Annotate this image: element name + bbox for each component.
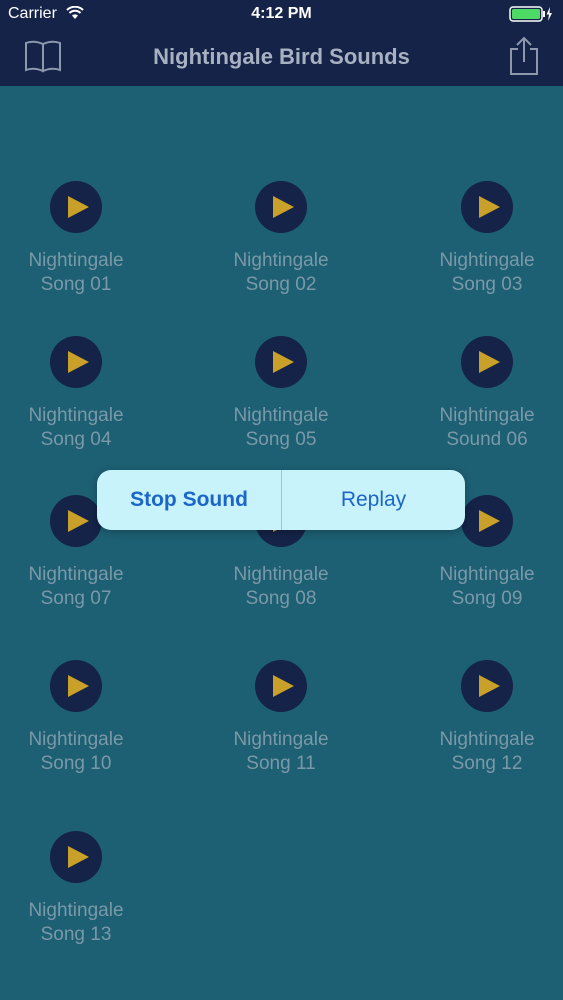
sound-label-line2: Song 01 xyxy=(40,274,112,295)
sound-label-line2: Song 03 xyxy=(451,274,523,295)
sound-label-line2: Song 10 xyxy=(40,753,112,774)
sound-label-line1: Nightingale xyxy=(233,729,329,750)
battery-icon xyxy=(509,6,552,22)
sound-label: Nightingale Song 08 xyxy=(211,563,351,611)
sound-label-line2: Song 13 xyxy=(40,924,112,945)
play-button[interactable] xyxy=(461,495,513,547)
sound-label: Nightingale Song 11 xyxy=(211,728,351,776)
sound-label-line2: Song 11 xyxy=(246,753,316,774)
play-button[interactable] xyxy=(255,181,307,233)
sound-label-line1: Nightingale xyxy=(439,564,535,585)
sound-label-line2: Song 02 xyxy=(245,274,317,295)
play-button[interactable] xyxy=(461,336,513,388)
sound-label-line1: Nightingale xyxy=(439,729,535,750)
sound-label-line1: Nightingale xyxy=(233,250,329,271)
play-button[interactable] xyxy=(461,660,513,712)
sound-item[interactable]: Nightingale Song 11 xyxy=(211,660,351,776)
sound-label-line1: Nightingale xyxy=(233,564,329,585)
share-icon[interactable] xyxy=(509,36,539,76)
sound-label: Nightingale Song 13 xyxy=(6,899,146,947)
sound-label: Nightingale Song 04 xyxy=(6,404,146,452)
play-icon xyxy=(68,351,89,373)
sound-label-line2: Song 05 xyxy=(245,429,317,450)
nav-bar: Nightingale Bird Sounds xyxy=(0,30,563,86)
sound-label: Nightingale Song 02 xyxy=(211,249,351,297)
play-button[interactable] xyxy=(50,336,102,388)
sound-label-line1: Nightingale xyxy=(233,405,329,426)
page-title: Nightingale Bird Sounds xyxy=(153,44,410,69)
status-bar: Carrier 4:12 PM xyxy=(0,0,563,30)
stop-sound-button[interactable]: Stop Sound xyxy=(97,470,281,530)
sound-label: Nightingale Song 10 xyxy=(6,728,146,776)
sound-item[interactable]: Nightingale Song 10 xyxy=(6,660,146,776)
play-icon xyxy=(273,675,294,697)
sound-label-line2: Song 07 xyxy=(40,588,112,609)
sound-label-line1: Nightingale xyxy=(439,250,535,271)
sound-label-line1: Nightingale xyxy=(28,564,124,585)
sound-label: Nightingale Song 09 xyxy=(417,563,557,611)
play-icon xyxy=(68,675,89,697)
play-button[interactable] xyxy=(50,181,102,233)
sound-label-line2: Song 04 xyxy=(40,429,112,450)
play-icon xyxy=(68,510,89,532)
play-icon xyxy=(479,196,500,218)
play-button[interactable] xyxy=(50,660,102,712)
sound-label-line1: Nightingale xyxy=(28,729,124,750)
sound-action-popup: Stop Sound Replay xyxy=(97,470,465,530)
sound-label: Nightingale Song 07 xyxy=(6,563,146,611)
sound-item[interactable]: Nightingale Song 04 xyxy=(6,336,146,452)
sound-label-line2: Song 12 xyxy=(451,753,523,774)
play-icon xyxy=(479,675,500,697)
play-button[interactable] xyxy=(50,495,102,547)
play-button[interactable] xyxy=(255,336,307,388)
sound-grid: Nightingale Song 01 Nightingale Song 02 Nigh… xyxy=(0,86,563,1000)
sound-label-line1: Nightingale xyxy=(28,405,124,426)
status-time: 4:12 PM xyxy=(251,5,312,22)
sound-label: Nightingale Song 05 xyxy=(211,404,351,452)
replay-button[interactable]: Replay xyxy=(282,470,465,530)
sound-label: Nightingale Song 01 xyxy=(6,249,146,297)
play-icon xyxy=(273,351,294,373)
play-button[interactable] xyxy=(50,831,102,883)
play-icon xyxy=(68,846,89,868)
sound-label-line1: Nightingale xyxy=(439,405,535,426)
sound-label-line2: Sound 06 xyxy=(446,429,528,450)
sound-label-line2: Song 09 xyxy=(451,588,523,609)
sound-label: Nightingale Song 12 xyxy=(417,728,557,776)
play-icon xyxy=(479,351,500,373)
sound-item[interactable]: Nightingale Song 13 xyxy=(6,831,146,947)
play-button[interactable] xyxy=(255,660,307,712)
sound-item[interactable]: Nightingale Song 01 xyxy=(6,181,146,297)
sound-label-line1: Nightingale xyxy=(28,250,124,271)
play-icon xyxy=(68,196,89,218)
sound-item[interactable]: Nightingale Song 12 xyxy=(417,660,557,776)
sound-label-line1: Nightingale xyxy=(28,900,124,921)
play-icon xyxy=(273,196,294,218)
play-icon xyxy=(479,510,500,532)
app-screen: Carrier 4:12 PM Nightingale Bird Sounds … xyxy=(0,0,563,1000)
sound-item[interactable]: Nightingale Song 02 xyxy=(211,181,351,297)
sound-label-line2: Song 08 xyxy=(245,588,317,609)
sound-item[interactable]: Nightingale Song 05 xyxy=(211,336,351,452)
sound-item[interactable]: Nightingale Sound 06 xyxy=(417,336,557,452)
sound-label: Nightingale Sound 06 xyxy=(417,404,557,452)
sound-label: Nightingale Song 03 xyxy=(417,249,557,297)
play-button[interactable] xyxy=(461,181,513,233)
sound-item[interactable]: Nightingale Song 03 xyxy=(417,181,557,297)
